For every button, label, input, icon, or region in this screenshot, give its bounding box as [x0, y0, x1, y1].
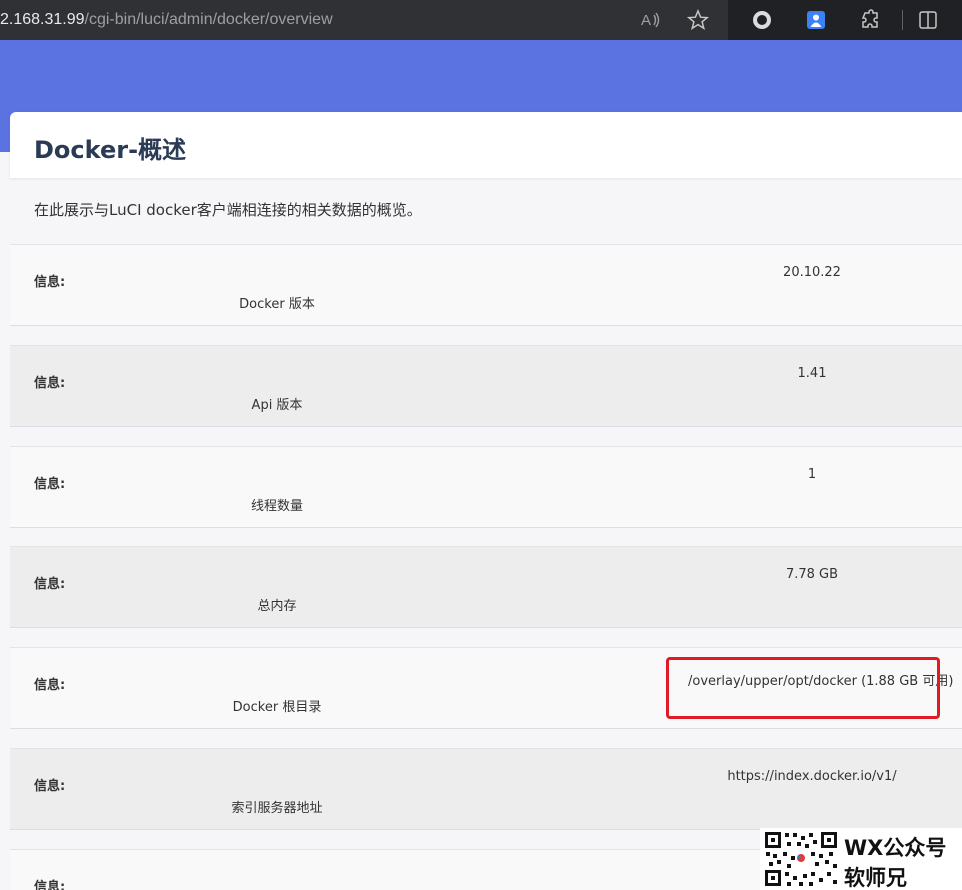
qr-code-icon — [763, 830, 839, 888]
title-card: Docker-概述 — [10, 112, 962, 178]
row-key-label: 信息: — [34, 477, 66, 492]
url-host: 2.168.31.99 — [0, 11, 85, 28]
row-key-label: 信息: — [34, 678, 66, 693]
page-title: Docker-概述 — [34, 136, 187, 164]
info-row-api-version: 信息: Api 版本 1.41 — [10, 345, 962, 427]
row-key-label: 信息: — [34, 779, 66, 794]
info-row-docker-version: 信息: Docker 版本 20.10.22 — [10, 244, 962, 326]
read-aloud-icon[interactable]: A — [638, 8, 662, 32]
row-field-name: Api 版本 — [251, 398, 303, 413]
row-field-name: Docker 版本 — [239, 297, 315, 312]
row-field-name: Docker 根目录 — [232, 700, 322, 715]
extensions-icon[interactable] — [858, 8, 882, 32]
page-description: 在此展示与LuCI docker客户端相连接的相关数据的概览。 — [34, 201, 422, 219]
url-path: /cgi-bin/luci/admin/docker/overview — [84, 11, 333, 28]
row-field-name: 总内存 — [257, 599, 297, 614]
row-field-value: 1.41 — [797, 366, 827, 381]
favorite-star-icon[interactable] — [686, 8, 710, 32]
row-key-label: 信息: — [34, 275, 66, 290]
toolbar-divider — [902, 10, 903, 30]
svg-text:A: A — [641, 12, 651, 29]
info-row-thread-count: 信息: 线程数量 1 — [10, 446, 962, 528]
address-url[interactable]: 2.168.31.99/cgi-bin/luci/admin/docker/ov… — [0, 11, 333, 29]
info-row-total-memory: 信息: 总内存 7.78 GB — [10, 546, 962, 628]
highlight-annotation-box — [666, 657, 940, 719]
watermark: WX公众号 软师兄 — [760, 828, 962, 890]
row-key-label: 信息: — [34, 880, 66, 890]
row-key-label: 信息: — [34, 376, 66, 391]
row-field-name: 线程数量 — [250, 499, 303, 514]
info-row-index-server: 信息: 索引服务器地址 https://index.docker.io/v1/ — [10, 748, 962, 830]
address-bar[interactable]: 2.168.31.99/cgi-bin/luci/admin/docker/ov… — [0, 0, 728, 40]
record-icon[interactable] — [750, 8, 774, 32]
watermark-line2: 软师兄 — [844, 866, 907, 890]
row-field-value: 7.78 GB — [785, 567, 839, 582]
row-field-value: 1 — [807, 467, 817, 482]
row-field-name: 索引服务器地址 — [231, 801, 323, 816]
watermark-line1: WX公众号 — [844, 836, 947, 860]
row-key-label: 信息: — [34, 577, 66, 592]
profile-icon[interactable] — [804, 8, 828, 32]
row-field-value: https://index.docker.io/v1/ — [727, 769, 897, 784]
split-screen-icon[interactable] — [916, 8, 940, 32]
row-field-value: 20.10.22 — [783, 265, 841, 280]
browser-toolbar: 2.168.31.99/cgi-bin/luci/admin/docker/ov… — [0, 0, 962, 40]
